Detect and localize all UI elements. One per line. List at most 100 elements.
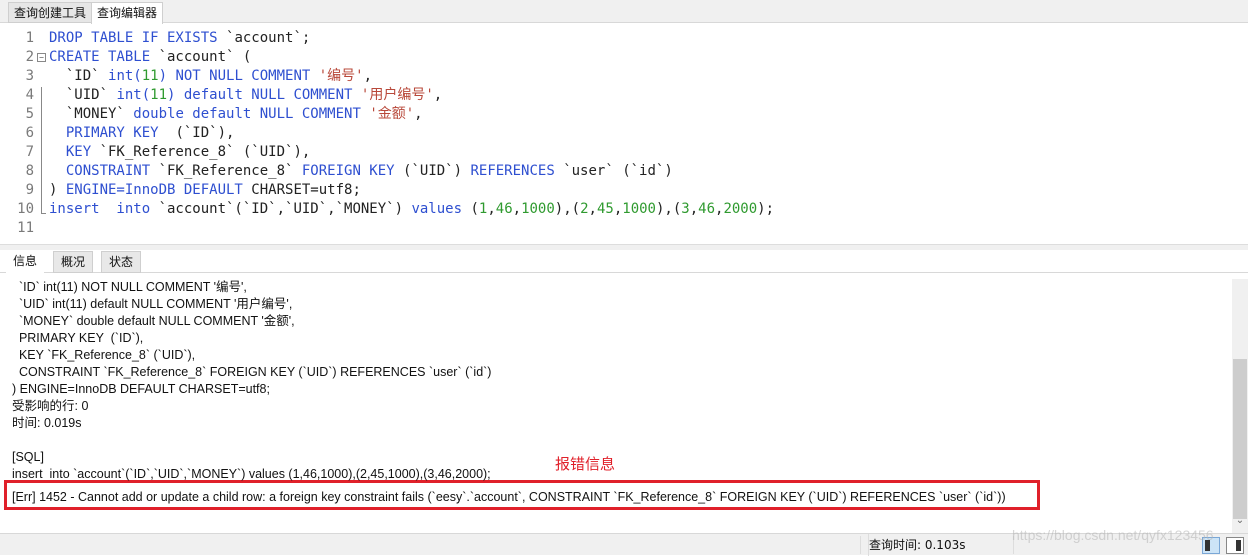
token-pl: , [414,106,423,122]
layout-right-panel-icon[interactable] [1226,537,1244,554]
message-line: 时间: 0.019s [12,416,82,430]
token-kw: int( [108,68,142,84]
code-text: DROP TABLE IF EXISTS `account`; [49,29,310,48]
token-kw: insert into [49,201,159,217]
token-pl: `FK_Reference_8` (`UID`), [99,144,311,160]
token-pl: `account`; [226,30,311,46]
token-kw: ENGINE=InnoDB DEFAULT [65,182,252,198]
token-str: '编号' [318,68,364,84]
token-kw: values [411,201,471,217]
line-number: 11 [17,220,34,236]
token-pl: ( [470,201,479,217]
tab-query-editor[interactable]: 查询编辑器 [91,2,164,24]
code-text: ) ENGINE=InnoDB DEFAULT CHARSET=utf8; [49,181,361,200]
line-number: 6 [25,125,34,141]
code-text: `ID` int(11) NOT NULL COMMENT '编号', [49,67,372,86]
code-text: CREATE TABLE `account` ( [49,48,251,67]
scrollbar-thumb[interactable] [1233,359,1247,519]
tab-overview[interactable]: 概况 [53,251,94,273]
token-num: 1000 [521,201,555,217]
fold-guide [41,87,42,214]
token-pl: , [487,201,496,217]
watermark: https://blog.csdn.net/qyfx123456 [1012,527,1214,543]
line-number: 3 [25,68,34,84]
token-num: 11 [141,68,159,84]
token-pl: `FK_Reference_8` [158,163,302,179]
token-pl: (`UID`) [403,163,471,179]
token-kw: PRIMARY KEY [49,125,176,141]
line-number: 2 [25,49,34,65]
token-num: 45 [596,201,614,217]
sql-editor[interactable]: 1 DROP TABLE IF EXISTS `account`; 2− CREATE… [0,28,1248,244]
line-number: 9 [25,182,34,198]
line-number: 4 [25,87,34,103]
token-kw: ) default NULL COMMENT [167,87,361,103]
token-pl: , [363,68,373,84]
error-message: [Err] 1452 - Cannot add or update a chil… [12,490,1006,504]
token-pl: , [433,87,443,103]
token-kw: int( [116,87,151,103]
token-pl: , [512,201,522,217]
token-num: 2 [580,201,589,217]
message-line: CONSTRAINT `FK_Reference_8` FOREIGN KEY … [12,365,492,379]
message-line: 受影响的行: 0 [12,399,89,413]
token-kw: FOREIGN KEY [301,163,404,179]
query-time: 查询时间: 0.103s [868,534,965,556]
token-num: 2000 [723,201,758,217]
token-pl: (`ID`), [175,125,235,141]
token-pl: , [613,201,623,217]
token-pl: `account`(`ID`,`UID`,`MONEY`) [158,201,412,217]
tab-status[interactable]: 状态 [101,251,142,273]
message-line: ) ENGINE=InnoDB DEFAULT CHARSET=utf8; [12,382,270,396]
code-text: CONSTRAINT `FK_Reference_8` FOREIGN KEY … [49,162,673,181]
code-text: `MONEY` double default NULL COMMENT '金额'… [49,105,423,124]
status-divider [860,536,861,554]
fold-toggle-icon[interactable]: − [37,53,46,62]
message-line: `UID` int(11) default NULL COMMENT '用户编号… [12,297,293,311]
token-pl: ); [757,201,775,217]
error-annotation: 报错信息 [555,456,616,473]
token-kw: CREATE TABLE [49,49,159,65]
code-text: PRIMARY KEY (`ID`), [49,124,235,143]
token-pl: `ID` [49,68,109,84]
tab-query-builder[interactable]: 查询创建工具 [8,2,93,23]
code-text: KEY `FK_Reference_8` (`UID`), [49,143,310,162]
message-line: `ID` int(11) NOT NULL COMMENT '编号', [12,280,247,294]
token-kw: CONSTRAINT [49,163,159,179]
token-num: 46 [698,201,716,217]
line-number: 5 [25,106,34,122]
token-kw: REFERENCES [470,163,564,179]
token-num: 11 [150,87,168,103]
token-num: 1000 [622,201,656,217]
message-line: insert into `account`(`ID`,`UID`,`MONEY`… [12,467,491,481]
line-number: 8 [25,163,34,179]
token-pl: , [588,201,597,217]
token-pl: CHARSET=utf8; [251,182,361,198]
token-kw: DROP TABLE IF EXISTS [49,30,227,46]
token-pl: `account` ( [158,49,252,65]
token-pl: `MONEY` [49,106,134,122]
line-number: 1 [25,30,34,46]
token-num: 46 [495,201,513,217]
message-line: `MONEY` double default NULL COMMENT '金额'… [12,314,295,328]
message-panel: 报错信息 `ID` int(11) NOT NULL COMMENT '编号',… [0,279,1232,533]
line-number: 7 [25,144,34,160]
token-kw: double default NULL COMMENT [133,106,370,122]
token-pl: ),( [554,201,581,217]
token-pl: ),( [655,201,682,217]
token-kw: ) NOT NULL COMMENT [158,68,319,84]
fold-guide-end [41,213,46,214]
token-num: 3 [681,201,690,217]
message-line: PRIMARY KEY (`ID`), [12,331,144,345]
token-str: '用户编号' [360,87,434,103]
message-line: [SQL] [12,450,44,464]
tab-info[interactable]: 信息 [6,251,45,273]
token-kw: KEY [49,144,100,160]
code-text: insert into `account`(`ID`,`UID`,`MONEY`… [49,200,774,219]
message-line: KEY `FK_Reference_8` (`UID`), [12,348,196,362]
token-pl: , [689,201,699,217]
scroll-down-icon[interactable]: ⌄ [1232,515,1248,526]
message-scrollbar[interactable]: ⌄ [1232,279,1248,533]
line-number: 10 [17,201,34,217]
code-text: `UID` int(11) default NULL COMMENT '用户编号… [49,86,442,105]
